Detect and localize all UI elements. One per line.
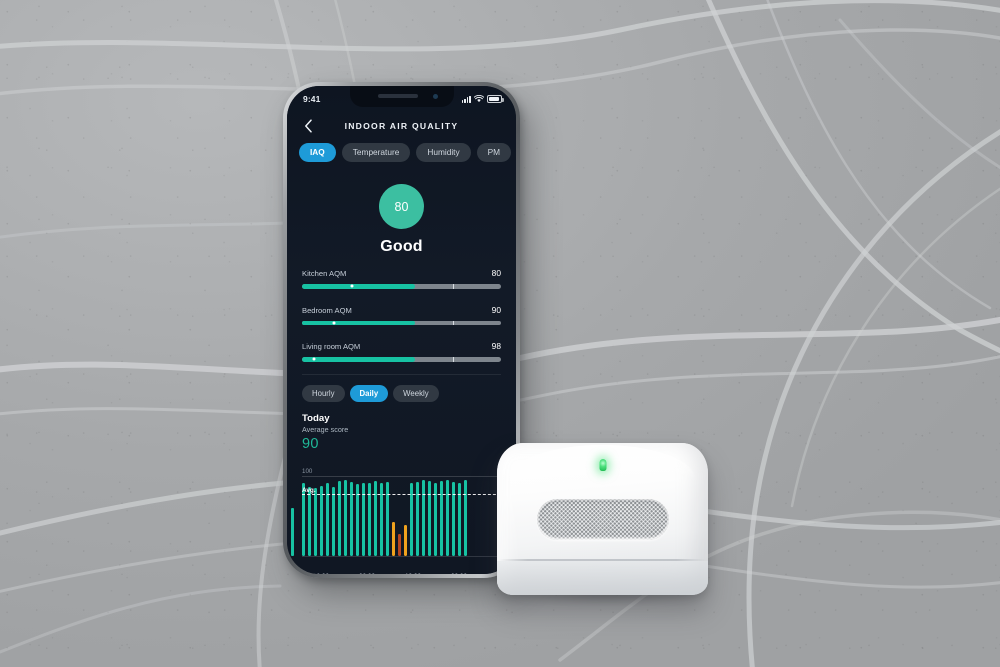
metric-progress-track[interactable] [302,320,501,325]
chart-avg-line-label: Avg. [302,487,316,494]
chart-x-axis-labels: 12:00am06:00am12:00pm06:00pm12:00am [298,572,516,574]
chart-bar [403,524,408,556]
chart-bar [343,480,348,556]
metric-progress-track[interactable] [302,357,501,362]
daily-score-chart[interactable]: 100 Avg. [302,468,516,564]
range-hourly[interactable]: Hourly [302,385,345,402]
score-circle: 80 [379,184,424,229]
chart-x-tick: 06:00am [344,572,390,574]
tab-temperature[interactable]: Temperature [341,143,411,162]
chart-average-label: Average score [302,425,349,434]
tab-iaq[interactable]: IAQ [299,143,336,162]
metric-value: 98 [491,341,501,351]
metric-handle[interactable] [312,357,316,361]
room-metrics-list: Kitchen AQM 80 Bedroom AQM 90 Living roo… [302,268,501,362]
chart-bar [337,481,342,556]
device-grille-rim [537,499,669,540]
chart-bar [307,487,312,556]
metric-progress-track[interactable] [302,284,501,289]
metric-row: Kitchen AQM 80 [302,268,501,278]
tab-humidity[interactable]: Humidity [416,143,471,162]
chart-bar [439,481,444,556]
back-button[interactable] [301,119,315,133]
device-base [497,561,708,595]
chart-bar [397,534,402,556]
chart-period-label: Today [302,413,330,424]
air-quality-monitor-device [497,443,708,604]
status-bar-time: 9:41 [303,94,321,104]
chart-x-tick: 06:00pm [436,572,482,574]
chart-y-axis-top: 100 [302,468,516,477]
chart-bar [463,480,467,556]
metric-living-room: Living room AQM 98 [302,341,501,362]
phone-screen: 9:41 INDOOR AIR QUALITY IAQ Temperature … [287,86,516,574]
chart-bar [313,488,318,556]
metric-value: 90 [491,304,501,315]
status-bar: 9:41 [287,86,516,108]
metric-progress-fill [302,284,416,289]
metric-tick-mark [453,320,455,325]
chart-bars [302,478,516,556]
metric-handle[interactable] [332,321,336,325]
chart-y-tick-100: 100 [302,468,313,475]
metric-tick-mark [453,284,455,289]
chart-bar [355,484,360,556]
metric-row: Bedroom AQM 90 [302,305,501,315]
metric-progress-fill [302,357,416,362]
metric-label: Bedroom AQM [302,305,352,315]
chart-bar [421,480,426,556]
metric-kitchen: Kitchen AQM 80 [302,268,501,289]
chart-bar [373,481,378,556]
signal-bars-icon [461,95,471,103]
chart-bar [331,486,336,556]
metric-handle[interactable] [350,284,354,288]
metric-tabs: IAQ Temperature Humidity PM [287,143,516,162]
metric-bedroom: Bedroom AQM 90 [302,305,501,325]
device-air-intake-grille [536,499,669,540]
section-divider [302,374,501,375]
device-seam-line [499,559,706,561]
range-daily[interactable]: Daily [349,385,389,402]
metric-value: 80 [491,268,501,278]
metric-tick-mark [453,357,455,362]
chart-bar [319,485,324,556]
chart-bar [391,521,396,556]
metric-row: Living room AQM 98 [302,341,501,351]
range-weekly[interactable]: Weekly [393,385,439,402]
score-status-label: Good [380,238,423,255]
scene: 9:41 INDOOR AIR QUALITY IAQ Temperature … [0,0,1000,667]
chart-baseline [302,556,516,557]
metric-progress-fill [302,320,416,325]
chart-bar [445,480,450,556]
chart-avg-line [302,494,516,495]
app-header: INDOOR AIR QUALITY [287,116,516,136]
phone-device: 9:41 INDOOR AIR QUALITY IAQ Temperature … [283,82,520,578]
time-range-toggle: Hourly Daily Weekly [302,385,439,402]
metric-label: Kitchen AQM [302,269,347,278]
page-title: INDOOR AIR QUALITY [344,121,459,131]
chart-x-tick: 12:00am [298,572,344,574]
wifi-icon [474,95,484,103]
chart-prev-day-sliver [291,478,296,556]
phone-bezel: 9:41 INDOOR AIR QUALITY IAQ Temperature … [287,86,516,574]
metric-label: Living room AQM [302,342,361,351]
device-status-led-icon [599,459,606,471]
chart-average-value: 90 [302,436,319,452]
chart-bar [427,481,432,556]
device-body [497,443,708,595]
chart-header: Today Average score 90 [302,413,348,452]
battery-icon [487,95,504,103]
chart-gridline-100 [302,476,516,477]
chart-x-tick: 12:00pm [390,572,436,574]
air-quality-score: 80 Good [287,184,516,256]
tab-pm[interactable]: PM [476,143,512,162]
chevron-left-icon [304,119,312,133]
status-bar-icons [461,95,504,103]
